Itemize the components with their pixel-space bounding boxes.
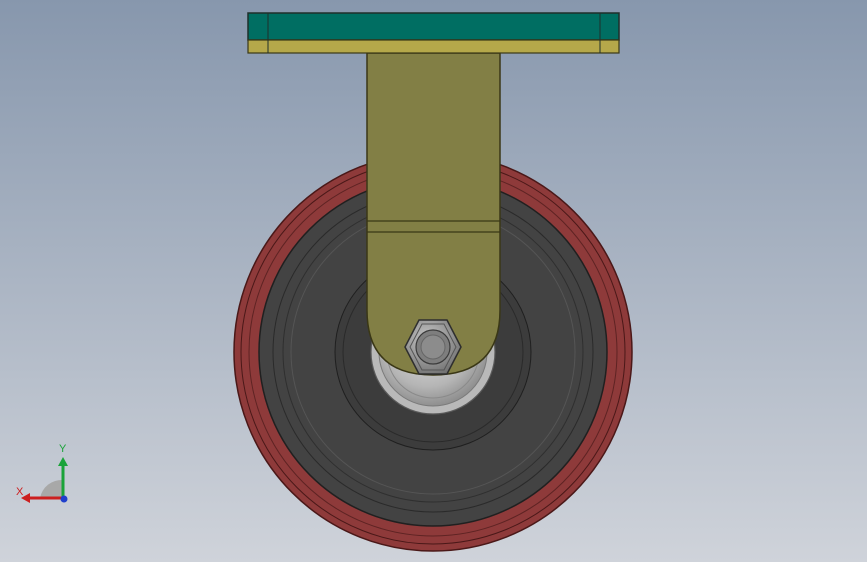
triad-arc [40, 479, 63, 498]
y-axis-arrowhead [58, 457, 68, 466]
model-view[interactable] [0, 0, 867, 562]
reference-triad: Y X [10, 440, 80, 510]
mounting-plate[interactable] [247, 12, 620, 54]
graphics-viewport[interactable]: Y X [0, 0, 867, 562]
y-axis-label: Y [59, 443, 67, 455]
z-axis-dot [60, 495, 68, 503]
x-axis-label: X [16, 486, 24, 498]
triad-graphic [21, 457, 68, 503]
